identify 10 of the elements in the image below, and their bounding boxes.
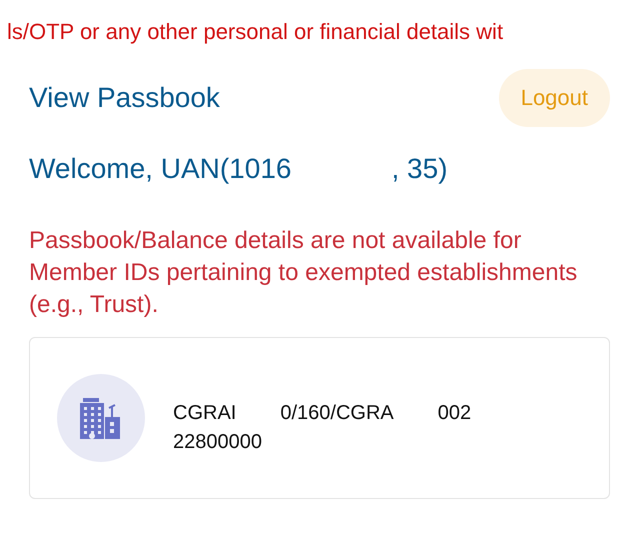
establishment-code: 0/160/CGRA: [280, 402, 394, 425]
welcome-text: Welcome, UAN(1016: [29, 153, 292, 185]
notice-text: Passbook/Balance details are not available for Member IDs pertaining to exempted establishments (e.g., Trust).: [29, 226, 578, 320]
welcome-text-end: , 35): [391, 153, 448, 185]
establishment-code: 002: [438, 402, 472, 425]
warning-text: ls/OTP or any other personal or financial details wit: [7, 18, 504, 45]
establishment-code: CGRAI: [173, 402, 236, 425]
page-title: View Passbook: [29, 82, 220, 114]
establishment-card[interactable]: CGRAI 0/160/CGRA 002 22800000: [29, 337, 610, 499]
establishment-code: 22800000: [173, 431, 262, 454]
